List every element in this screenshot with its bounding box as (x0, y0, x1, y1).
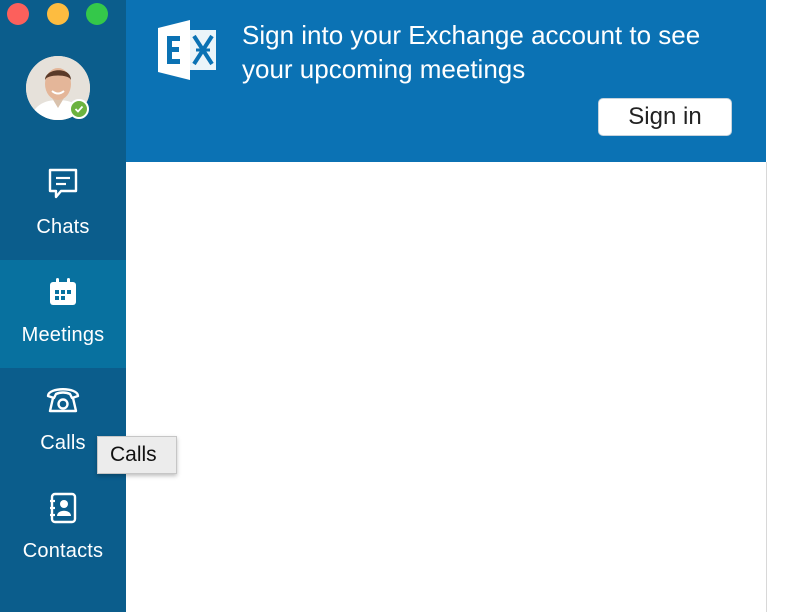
calendar-icon (48, 270, 78, 314)
sidebar-item-label: Contacts (22, 540, 104, 562)
sidebar-item-meetings[interactable]: Meetings (0, 260, 126, 368)
sign-in-button[interactable]: Sign in (598, 98, 732, 136)
sidebar-item-label: Calls (40, 432, 86, 454)
sidebar-item-chats[interactable]: Chats (0, 152, 126, 260)
chat-icon (47, 162, 79, 206)
contacts-icon (48, 486, 78, 530)
close-window-button[interactable] (7, 3, 29, 25)
zoom-window-button[interactable] (86, 3, 108, 25)
sidebar-item-contacts[interactable]: Contacts (0, 476, 126, 584)
minimize-window-button[interactable] (47, 3, 69, 25)
phone-icon (45, 378, 81, 422)
sidebar: Chats Meetings Calls Contacts (0, 0, 126, 612)
sidebar-item-label: Meetings (21, 324, 105, 346)
exchange-signin-banner: Sign into your Exchange account to see y… (126, 0, 766, 162)
banner-message: Sign into your Exchange account to see y… (242, 20, 701, 84)
presence-available-icon (69, 99, 89, 119)
exchange-logo-icon (156, 18, 220, 87)
sidebar-item-label: Chats (36, 216, 90, 238)
calls-tooltip: Calls (97, 436, 177, 474)
meetings-content-area (126, 162, 766, 612)
window-edge-divider (766, 162, 767, 612)
